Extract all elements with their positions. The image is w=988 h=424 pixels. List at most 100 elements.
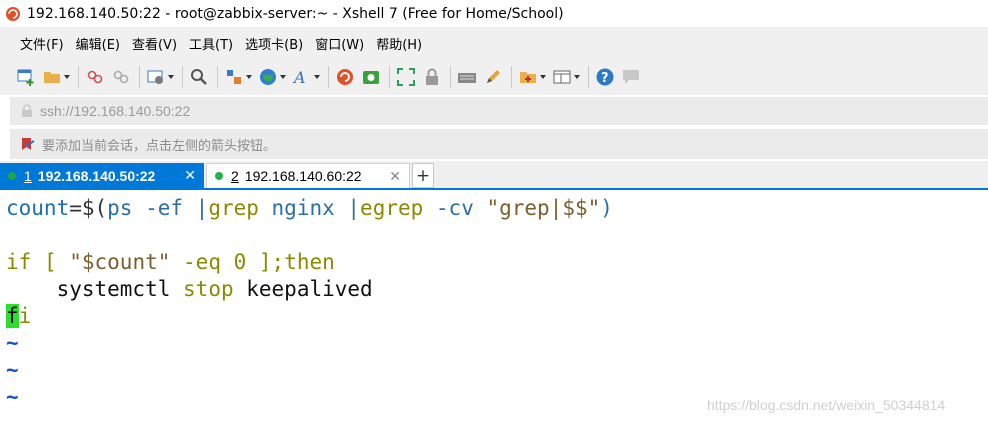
connect-button[interactable] <box>85 67 105 87</box>
xftp-icon <box>363 71 379 84</box>
font-button[interactable]: A <box>292 67 320 87</box>
code-token: ) <box>600 196 613 220</box>
tab-number: 2 <box>231 168 239 184</box>
toolbar: A ? <box>0 59 988 95</box>
address-value: ssh://192.168.140.50:22 <box>40 103 191 119</box>
layout-icon <box>227 70 241 84</box>
tab-session-1[interactable]: 1 192.168.140.50:22 ✕ <box>0 163 204 188</box>
tile-button[interactable] <box>552 67 580 87</box>
window-title: 192.168.140.50:22 - root@zabbix-server:~… <box>27 5 564 22</box>
window-tile-icon <box>553 70 571 84</box>
tab-label: 192.168.140.60:22 <box>244 168 362 184</box>
menu-file[interactable]: 文件(F) <box>20 34 64 53</box>
code-token: -cv <box>423 196 487 220</box>
xshell-logo-icon <box>6 6 20 21</box>
code-token: count <box>6 196 70 220</box>
menu-view[interactable]: 查看(V) <box>132 34 177 53</box>
connected-dot-icon <box>8 171 16 180</box>
xshell-icon <box>337 69 353 85</box>
terminal-line: count=$(ps -ef |grep nginx |egrep -cv "g… <box>6 195 613 222</box>
tab-bar: 1 192.168.140.50:22 ✕ 2 192.168.140.60:2… <box>0 161 988 190</box>
code-token: "$count" <box>69 250 171 274</box>
xftp-button[interactable] <box>361 67 381 87</box>
keyboard-icon <box>458 73 476 83</box>
help-icon: ? <box>596 68 614 86</box>
code-token: [ <box>31 250 70 274</box>
font-icon: A <box>292 68 306 87</box>
terminal-line: systemctl stop keepalived <box>6 276 373 303</box>
code-token: "grep|$$" <box>486 196 601 220</box>
keyboard-button[interactable] <box>457 67 477 87</box>
menu-bar: 文件(F) 编辑(E) 查看(V) 工具(T) 选项卡(B) 窗口(W) 帮助(… <box>0 27 988 59</box>
terminal-line: fi <box>6 303 31 330</box>
properties-button[interactable] <box>146 67 174 87</box>
chat-bubble-icon <box>623 70 639 84</box>
help-button[interactable]: ? <box>595 67 615 87</box>
search-icon <box>191 69 207 85</box>
code-token: systemctl <box>56 277 171 301</box>
menu-help[interactable]: 帮助(H) <box>376 34 422 53</box>
folder-open-icon <box>44 72 60 83</box>
hint-text: 要添加当前会话，点击左侧的箭头按钮。 <box>42 138 277 154</box>
terminal-area[interactable]: count=$(ps -ef |grep nginx |egrep -cv "g… <box>0 191 988 424</box>
menu-tools[interactable]: 工具(T) <box>189 34 233 53</box>
code-token: grep <box>208 196 259 220</box>
code-token: -eq 0 ]; <box>170 250 285 274</box>
fullscreen-icon <box>397 68 415 86</box>
lock-icon <box>22 104 32 117</box>
disconnect-button[interactable] <box>111 67 131 87</box>
empty-line-tilde: ~ <box>6 358 19 382</box>
close-tab-icon[interactable]: ✕ <box>389 168 401 185</box>
fullscreen-button[interactable] <box>396 67 416 87</box>
code-token: then <box>284 250 335 274</box>
close-tab-icon[interactable]: ✕ <box>184 167 196 184</box>
new-session-button[interactable] <box>16 67 36 87</box>
new-session-icon <box>17 69 34 86</box>
title-bar: 192.168.140.50:22 - root@zabbix-server:~… <box>0 0 988 27</box>
find-button[interactable] <box>189 67 209 87</box>
layout-button[interactable] <box>224 67 252 87</box>
highlight-button[interactable] <box>483 67 503 87</box>
tab-number: 1 <box>24 167 32 184</box>
code-token: egrep <box>360 196 424 220</box>
globe-button[interactable] <box>258 67 286 87</box>
pen-icon <box>487 70 500 83</box>
xshell-button[interactable] <box>335 67 355 87</box>
open-session-button[interactable] <box>42 67 70 87</box>
new-folder-button[interactable] <box>518 67 546 87</box>
empty-line-tilde: ~ <box>6 385 19 409</box>
lock-button[interactable] <box>422 67 442 87</box>
chat-button[interactable] <box>621 67 641 87</box>
terminal-line: if [ "$count" -eq 0 ];then <box>6 249 335 276</box>
code-token: =$( <box>69 196 108 220</box>
menu-edit[interactable]: 编辑(E) <box>76 34 120 53</box>
code-token: nginx | <box>258 196 361 220</box>
empty-line-tilde: ~ <box>6 331 19 355</box>
session-hint-bar: 要添加当前会话，点击左侧的箭头按钮。 <box>10 129 988 159</box>
bookmark-arrow-icon[interactable] <box>20 136 36 152</box>
lock-icon <box>426 68 438 85</box>
connect-icon <box>87 70 103 84</box>
tab-label: 192.168.140.50:22 <box>37 167 156 184</box>
svg-text:?: ? <box>601 71 609 86</box>
watermark: https://blog.csdn.net/weixin_50344814 <box>707 397 946 413</box>
code-token: i <box>18 304 32 328</box>
disconnect-icon <box>113 70 129 84</box>
address-bar[interactable]: ssh://192.168.140.50:22 <box>10 97 988 125</box>
globe-icon <box>260 69 276 85</box>
svg-text:A: A <box>292 68 306 87</box>
folder-add-icon <box>520 72 536 83</box>
new-tab-button[interactable]: + <box>412 163 434 188</box>
code-token: keepalived <box>233 277 373 301</box>
properties-icon <box>147 70 163 84</box>
text-cursor: f <box>6 304 19 328</box>
menu-window[interactable]: 窗口(W) <box>315 34 364 53</box>
tab-session-2[interactable]: 2 192.168.140.60:22 ✕ <box>206 163 410 188</box>
code-token: ps -ef | <box>107 196 209 220</box>
code-token: if <box>6 250 32 274</box>
menu-tab[interactable]: 选项卡(B) <box>245 34 303 53</box>
code-token: stop <box>183 277 234 301</box>
connected-dot-icon <box>215 172 223 180</box>
